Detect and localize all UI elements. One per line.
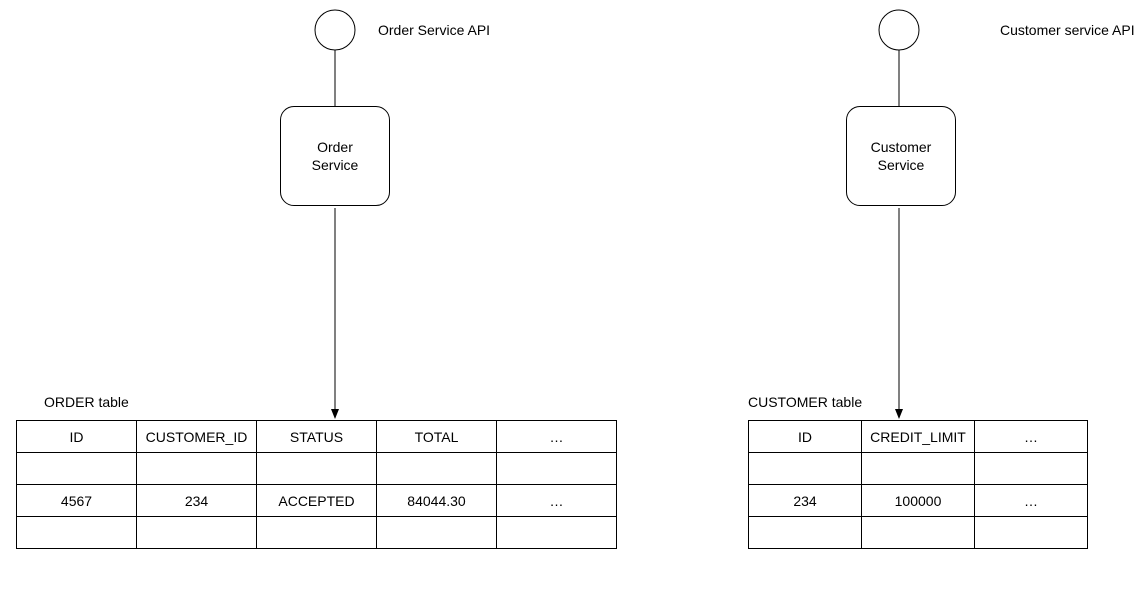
order-header-status: STATUS [257,421,377,453]
order-cell-more: … [497,485,617,517]
customer-cell-more: … [975,485,1088,517]
order-table-title: ORDER table [44,394,129,410]
table-row [17,517,617,549]
order-cell-status: ACCEPTED [257,485,377,517]
order-api-label: Order Service API [378,22,490,38]
order-cell-empty [137,453,257,485]
order-cell-empty [257,453,377,485]
customer-cell-empty [749,517,862,549]
customer-api-lollipop-circle [879,10,919,50]
customer-service-label: CustomerService [871,138,932,174]
order-cell-empty [377,517,497,549]
customer-header-id: ID [749,421,862,453]
order-cell-customer-id: 234 [137,485,257,517]
order-cell-empty [497,453,617,485]
order-header-total: TOTAL [377,421,497,453]
customer-cell-credit-limit: 100000 [862,485,975,517]
order-cell-empty [497,517,617,549]
order-cell-empty [17,517,137,549]
customer-cell-empty [975,453,1088,485]
order-header-more: … [497,421,617,453]
table-row [749,453,1088,485]
order-cell-empty [257,517,377,549]
customer-cell-empty [749,453,862,485]
table-row: ID CUSTOMER_ID STATUS TOTAL … [17,421,617,453]
order-cell-id: 4567 [17,485,137,517]
order-header-id: ID [17,421,137,453]
table-row: 234 100000 … [749,485,1088,517]
customer-header-credit-limit: CREDIT_LIMIT [862,421,975,453]
table-row: 4567 234 ACCEPTED 84044.30 … [17,485,617,517]
customer-table-title: CUSTOMER table [748,394,862,410]
order-cell-empty [137,517,257,549]
customer-cell-empty [862,517,975,549]
customer-cell-empty [975,517,1088,549]
order-service-label: OrderService [312,138,359,174]
customer-table: ID CREDIT_LIMIT … 234 100000 … [748,420,1088,549]
order-header-customer-id: CUSTOMER_ID [137,421,257,453]
order-cell-empty [17,453,137,485]
order-cell-total: 84044.30 [377,485,497,517]
table-row: ID CREDIT_LIMIT … [749,421,1088,453]
customer-cell-id: 234 [749,485,862,517]
customer-service-box: CustomerService [846,106,956,206]
order-service-box: OrderService [280,106,390,206]
customer-header-more: … [975,421,1088,453]
table-row [749,517,1088,549]
customer-cell-empty [862,453,975,485]
order-table: ID CUSTOMER_ID STATUS TOTAL … 4567 234 A… [16,420,617,549]
order-api-lollipop-circle [315,10,355,50]
customer-api-label: Customer service API [1000,22,1135,38]
table-row [17,453,617,485]
order-cell-empty [377,453,497,485]
